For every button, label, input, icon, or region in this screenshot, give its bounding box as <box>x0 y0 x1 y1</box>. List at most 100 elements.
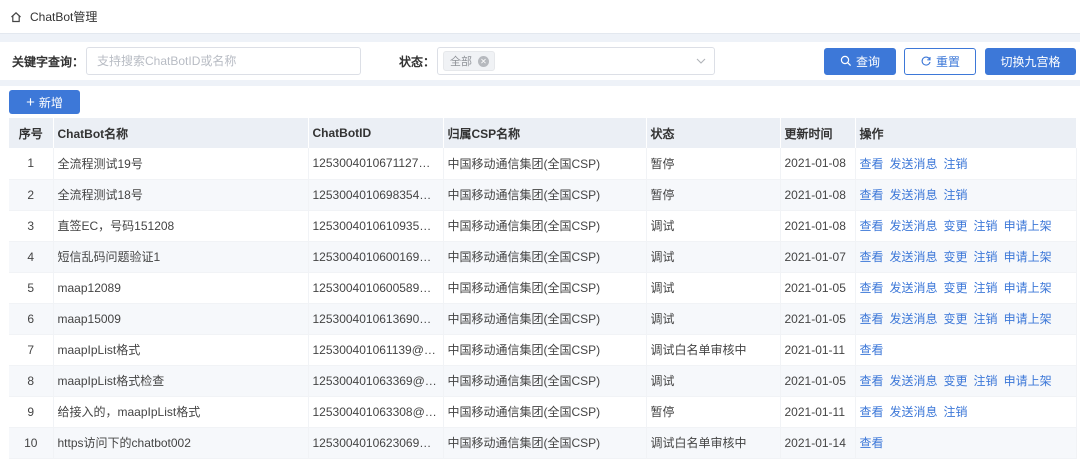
operation-link[interactable]: 注销 <box>944 188 968 202</box>
operation-link[interactable]: 变更 <box>944 219 968 233</box>
update-time: 2021-01-11 <box>780 334 856 366</box>
operation-link[interactable]: 注销 <box>974 281 998 295</box>
csp-name: 中国移动通信集团(全国CSP) <box>443 241 647 273</box>
chatbot-id: 125300401061139@… <box>308 334 444 366</box>
row-index: 8 <box>9 365 54 397</box>
operation-link[interactable]: 发送消息 <box>890 405 938 419</box>
breadcrumb: ChatBot管理 <box>0 0 1080 34</box>
chatbot-name: 短信乱码问题验证1 <box>53 241 309 273</box>
query-button[interactable]: 查询 <box>824 47 896 75</box>
chatbot-name: maapIpList格式检查 <box>53 365 309 397</box>
row-index: 9 <box>9 396 54 428</box>
operation-link[interactable]: 变更 <box>944 374 968 388</box>
update-time: 2021-01-11 <box>780 396 856 428</box>
operation-link[interactable]: 变更 <box>944 312 968 326</box>
keyword-label: 关键字查询： <box>12 54 85 69</box>
chevron-down-icon <box>696 58 706 64</box>
operation-link[interactable]: 查看 <box>860 374 884 388</box>
update-time: 2021-01-05 <box>780 303 856 335</box>
operation-link[interactable]: 查看 <box>860 312 884 326</box>
table-body: 1 全流程测试19号 1253004010671127… 中国移动通信集团(全国CSP… <box>9 148 1077 459</box>
column-header: 操作 <box>855 118 1077 148</box>
operation-link[interactable]: 发送消息 <box>890 374 938 388</box>
table-row: 6 maap15009 1253004010613690… 中国移动通信集团(全国CS… <box>9 303 1077 335</box>
operation-link[interactable]: 注销 <box>974 219 998 233</box>
operation-link[interactable]: 发送消息 <box>890 219 938 233</box>
switch-grid-button-label: 切换九宫格 <box>1000 54 1061 69</box>
operation-link[interactable]: 申请上架 <box>1004 219 1052 233</box>
operations-cell: 查看 <box>855 334 1077 366</box>
search-icon <box>840 55 852 67</box>
status-cell: 调试 <box>646 365 781 397</box>
operation-link[interactable]: 查看 <box>860 188 884 202</box>
operation-link[interactable]: 注销 <box>944 157 968 171</box>
column-header: ChatBot名称 <box>53 118 309 148</box>
status-cell: 调试 <box>646 210 781 242</box>
reset-button[interactable]: 重置 <box>904 47 976 75</box>
row-index: 6 <box>9 303 54 335</box>
csp-name: 中国移动通信集团(全国CSP) <box>443 427 647 459</box>
operation-link[interactable]: 注销 <box>974 312 998 326</box>
chatbot-id: 1253004010600589… <box>308 272 444 304</box>
chatbot-name: 直签EC，号码151208 <box>53 210 309 242</box>
switch-grid-button[interactable]: 切换九宫格 <box>985 47 1076 75</box>
status-cell: 调试 <box>646 241 781 273</box>
operation-link[interactable]: 变更 <box>944 250 968 264</box>
status-select[interactable]: 全部 ✕ <box>437 47 716 75</box>
operations-cell: 查看 发送消息 注销 <box>855 148 1077 180</box>
chatbot-id: 1253004010610935… <box>308 210 444 242</box>
operation-link[interactable]: 查看 <box>860 219 884 233</box>
table-row: 8 maapIpList格式检查 125300401063369@… 中国移动通信集团… <box>9 365 1077 397</box>
csp-name: 中国移动通信集团(全国CSP) <box>443 334 647 366</box>
update-time: 2021-01-05 <box>780 365 856 397</box>
row-index: 10 <box>9 427 54 459</box>
operation-link[interactable]: 查看 <box>860 436 884 450</box>
update-time: 2021-01-08 <box>780 148 856 180</box>
operation-link[interactable]: 申请上架 <box>1004 374 1052 388</box>
operation-link[interactable]: 查看 <box>860 250 884 264</box>
operation-link[interactable]: 发送消息 <box>890 188 938 202</box>
operation-link[interactable]: 注销 <box>974 374 998 388</box>
operation-link[interactable]: 发送消息 <box>890 157 938 171</box>
row-index: 2 <box>9 179 54 211</box>
chatbot-name: maapIpList格式 <box>53 334 309 366</box>
operation-link[interactable]: 查看 <box>860 405 884 419</box>
operation-link[interactable]: 变更 <box>944 281 968 295</box>
update-time: 2021-01-14 <box>780 427 856 459</box>
operation-link[interactable]: 注销 <box>944 405 968 419</box>
operation-link[interactable]: 申请上架 <box>1004 250 1052 264</box>
row-index: 4 <box>9 241 54 273</box>
csp-name: 中国移动通信集团(全国CSP) <box>443 396 647 428</box>
operation-link[interactable]: 注销 <box>974 250 998 264</box>
operation-link[interactable]: 查看 <box>860 343 884 357</box>
table-header: 序号 ChatBot名称 ChatBotID 归属CSP名称 状态 更新时间 操… <box>9 118 1077 148</box>
operations-cell: 查看 <box>855 427 1077 459</box>
column-header: 更新时间 <box>780 118 856 148</box>
csp-name: 中国移动通信集团(全国CSP) <box>443 148 647 180</box>
operation-link[interactable]: 查看 <box>860 281 884 295</box>
operations-cell: 查看 发送消息 变更 注销 申请上架 <box>855 210 1077 242</box>
chatbot-id: 1253004010698354… <box>308 179 444 211</box>
operation-link[interactable]: 申请上架 <box>1004 281 1052 295</box>
page-title: ChatBot管理 <box>30 10 98 24</box>
operation-link[interactable]: 发送消息 <box>890 250 938 264</box>
status-cell: 调试白名单审核中 <box>646 334 781 366</box>
keyword-search-input[interactable] <box>86 47 362 75</box>
filter-bar: 关键字查询： 状态： 全部 ✕ 查询 重置 切换九宫格 <box>0 42 1080 80</box>
close-icon[interactable]: ✕ <box>478 55 490 67</box>
csp-name: 中国移动通信集团(全国CSP) <box>443 365 647 397</box>
chatbot-id: 1253004010613690… <box>308 303 444 335</box>
status-cell: 暂停 <box>646 396 781 428</box>
operation-link[interactable]: 申请上架 <box>1004 312 1052 326</box>
chatbot-name: maap12089 <box>53 272 309 304</box>
operation-link[interactable]: 查看 <box>860 157 884 171</box>
chatbot-name: https访问下的chatbot002 <box>53 427 309 459</box>
status-label: 状态： <box>399 54 436 69</box>
table-row: 9 给接入的，maapIpList格式 125300401063308@… 中国移动通… <box>9 396 1077 428</box>
chatbot-id: 125300401063308@… <box>308 396 444 428</box>
action-bar: + 新增 <box>0 86 1080 118</box>
add-button[interactable]: + 新增 <box>9 90 80 114</box>
operation-link[interactable]: 发送消息 <box>890 312 938 326</box>
home-icon <box>11 11 21 22</box>
operation-link[interactable]: 发送消息 <box>890 281 938 295</box>
